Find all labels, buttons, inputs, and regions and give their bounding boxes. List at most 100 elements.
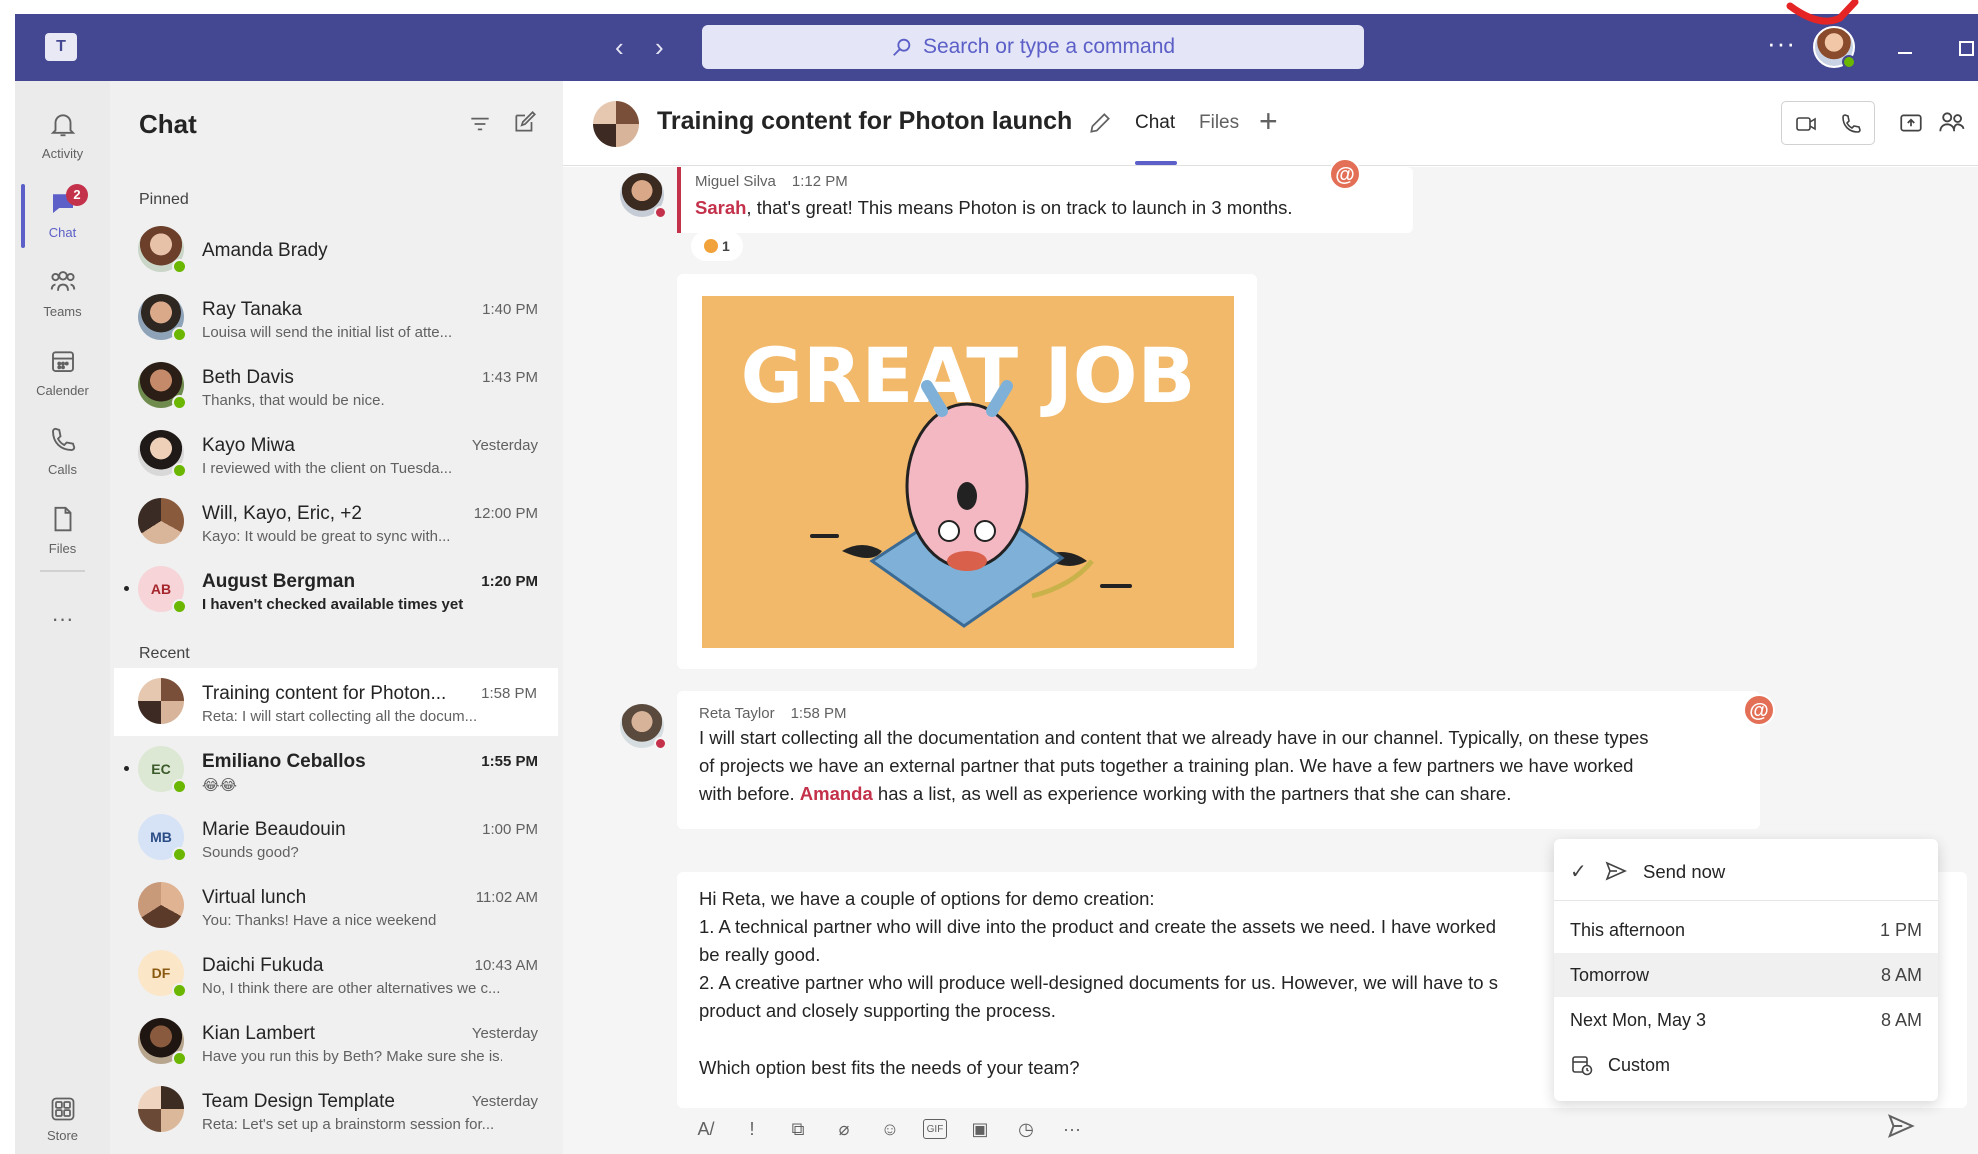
format-icon[interactable]: A/: [693, 1116, 719, 1142]
participants-icon[interactable]: [1938, 108, 1968, 136]
message-bubble[interactable]: Reta Taylor 1:58 PM I will start collecti…: [677, 691, 1760, 829]
share-screen-icon[interactable]: [1898, 110, 1924, 136]
rail-item-store[interactable]: Store: [15, 1095, 110, 1143]
edit-name-icon[interactable]: [1087, 110, 1113, 136]
chat-item-virtual-lunch[interactable]: Virtual lunch 11:02 AM You: Thanks! Have…: [110, 872, 563, 940]
more-options-icon[interactable]: ···: [1767, 28, 1796, 59]
chat-name: Team Design Template: [202, 1091, 395, 1112]
rail-label: Files: [48, 541, 77, 556]
filter-icon[interactable]: [467, 111, 493, 137]
rail-item-calls[interactable]: Calls: [15, 419, 110, 489]
rail-item-calendar[interactable]: Calender: [15, 340, 110, 410]
schedule-option-this-afternoon[interactable]: This afternoon 1 PM: [1554, 908, 1938, 952]
compose-line: 2. A creative partner who will produce w…: [699, 972, 1498, 993]
option-time: 8 AM: [1880, 965, 1922, 985]
presence-available-icon: [172, 983, 187, 998]
avatar-initials: EC: [151, 761, 171, 777]
avatar-initials: DF: [151, 965, 171, 981]
rail-item-teams[interactable]: Teams: [15, 261, 110, 331]
chat-item-group-will-kayo[interactable]: Will, Kayo, Eric, +2 12:00 PM Kayo: It w…: [110, 488, 563, 556]
chat-time: 1:40 PM: [482, 301, 538, 318]
rail-label: Calender: [36, 383, 89, 398]
more-apps-icon[interactable]: ···: [15, 606, 110, 632]
rail-label: Teams: [43, 304, 82, 319]
chat-name: Ray Tanaka: [202, 299, 302, 320]
new-chat-icon[interactable]: [512, 109, 538, 135]
schedule-option-next-monday[interactable]: Next Mon, May 3 8 AM: [1554, 998, 1938, 1042]
schedule-option-tomorrow[interactable]: Tomorrow 8 AM: [1554, 953, 1938, 997]
presence-available-icon: [172, 599, 187, 614]
attach-icon[interactable]: ⌀: [831, 1116, 857, 1142]
search-bar[interactable]: Search or type a command: [702, 25, 1364, 69]
presence-busy-icon: [654, 206, 667, 219]
chat-preview: You: Thanks! Have a nice weekend: [202, 912, 437, 929]
chat-item-amanda-brady[interactable]: Amanda Brady: [110, 216, 563, 284]
calendar-clock-icon: [1572, 1056, 1593, 1076]
rail-item-files[interactable]: Files: [15, 498, 110, 568]
chat-preview: I haven't checked available times yet: [202, 596, 464, 613]
tab-files[interactable]: Files: [1199, 112, 1239, 134]
chat-item-team-design-template[interactable]: Team Design Template Yesterday Reta: Let…: [110, 1076, 563, 1144]
message-line: I will start collecting all the document…: [699, 727, 1649, 748]
chat-item-training-content[interactable]: Training content for Photon... 1:58 PM R…: [114, 668, 558, 736]
schedule-option-custom[interactable]: Custom: [1554, 1043, 1938, 1087]
avatar-initials: AB: [150, 581, 172, 597]
chat-item-kayo-miwa[interactable]: Kayo Miwa Yesterday I reviewed with the …: [110, 420, 563, 488]
chat-preview: Sounds good?: [202, 844, 299, 861]
more-options-icon[interactable]: ···: [1059, 1116, 1085, 1142]
chat-name: Kayo Miwa: [202, 435, 295, 456]
message-body: has a list, as well as experience workin…: [872, 783, 1512, 804]
maximize-icon[interactable]: [1959, 41, 1974, 56]
rail-item-chat[interactable]: 2 Chat: [15, 182, 110, 252]
send-icon[interactable]: [1886, 1111, 1916, 1141]
checkmark-icon: ✓: [1570, 861, 1587, 883]
avatar: [138, 1018, 187, 1066]
schedule-meeting-icon[interactable]: ◷: [1013, 1116, 1039, 1142]
message-body: with before.: [699, 783, 800, 804]
send-now-option[interactable]: ✓ Send now: [1554, 839, 1938, 901]
chat-item-beth-davis[interactable]: Beth Davis 1:43 PM Thanks, that would be…: [110, 352, 563, 420]
video-call-icon[interactable]: [1794, 112, 1818, 136]
chat-item-marie-beaudouin[interactable]: MB Marie Beaudouin 1:00 PM Sounds good?: [110, 804, 563, 872]
forward-arrow-icon[interactable]: ›: [655, 32, 664, 62]
conversation-header: Training content for Photon launch Chat …: [563, 81, 1978, 166]
reaction-count: 1: [722, 238, 730, 254]
chat-item-emiliano-ceballos[interactable]: EC Emiliano Ceballos 1:55 PM 😂😂: [110, 736, 563, 804]
chat-item-ray-tanaka[interactable]: Ray Tanaka 1:40 PM Louisa will send the …: [110, 284, 563, 352]
chat-preview: Reta: I will start collecting all the do…: [202, 708, 478, 725]
sticker-icon[interactable]: ▣: [967, 1116, 993, 1142]
option-label: This afternoon: [1570, 920, 1686, 940]
compose-line: product and closely supporting the proce…: [699, 1000, 1056, 1021]
back-arrow-icon[interactable]: ‹: [615, 32, 624, 62]
tab-chat[interactable]: Chat: [1135, 112, 1175, 134]
presence-available-icon: [172, 847, 187, 862]
compose-line: Which option best fits the needs of your…: [699, 1057, 1080, 1078]
reaction-pill[interactable]: 1: [691, 231, 743, 261]
gif-icon[interactable]: GIF: [923, 1119, 947, 1139]
loop-component-icon[interactable]: ⧉: [785, 1116, 811, 1142]
mention[interactable]: Amanda: [800, 783, 873, 804]
chat-time: 1:55 PM: [481, 753, 538, 770]
chat-time: Yesterday: [471, 1025, 538, 1042]
chat-time: 1:58 PM: [481, 685, 537, 702]
teams-logo-icon[interactable]: T: [45, 33, 77, 61]
gif-message[interactable]: GREAT JOB: [677, 274, 1257, 669]
rail-item-activity[interactable]: Activity: [15, 103, 110, 173]
avatar: [138, 498, 184, 544]
profile-avatar[interactable]: [1813, 26, 1856, 69]
chat-item-daichi-fukuda[interactable]: DF Daichi Fukuda 10:43 AM No, I think th…: [110, 940, 563, 1008]
emoji-icon[interactable]: ☺: [877, 1116, 903, 1142]
clapping-hands-icon: [704, 239, 719, 253]
add-tab-icon[interactable]: +: [1259, 103, 1278, 140]
chat-name: Beth Davis: [202, 367, 294, 388]
mention[interactable]: Sarah: [695, 197, 746, 218]
rail-label: Store: [46, 1128, 79, 1143]
avatar: [138, 1086, 184, 1132]
message-bubble[interactable]: Miguel Silva 1:12 PM Sarah, that's great!…: [677, 167, 1413, 233]
chat-item-kian-lambert[interactable]: Kian Lambert Yesterday Have you run this…: [110, 1008, 563, 1076]
priority-icon[interactable]: !: [739, 1116, 765, 1142]
audio-call-icon[interactable]: [1839, 112, 1863, 136]
minimize-icon[interactable]: [1898, 52, 1912, 54]
chat-name: Training content for Photon...: [202, 683, 447, 704]
chat-item-august-bergman[interactable]: AB August Bergman 1:20 PM I haven't chec…: [110, 556, 563, 624]
